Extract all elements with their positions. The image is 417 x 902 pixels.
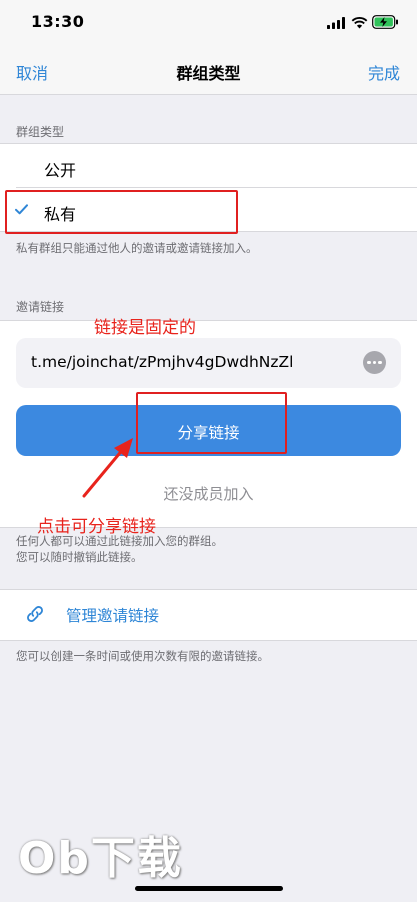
done-button[interactable]: 完成 [368,60,400,84]
group-type-header: 群组类型 [16,125,65,139]
annotation-fixed-link: 链接是固定的 [94,318,196,338]
no-members-text: 还没成员加入 [163,485,254,503]
invite-link-header: 邀请链接 [16,300,65,314]
page-title: 群组类型 [176,64,241,83]
invite-footnote-1: 任何人都可以通过此链接加入您的群组。 [16,534,223,548]
row-divider [16,187,417,188]
option-public[interactable]: 公开 [44,157,76,181]
wifi-icon [351,16,368,29]
cellular-signal-icon [327,17,345,29]
manage-links-row[interactable] [0,589,417,641]
link-icon [27,606,43,622]
manage-footnote: 您可以创建一条时间或使用次数有限的邀请链接。 [16,649,269,663]
home-indicator [135,886,283,891]
invite-link-text[interactable]: t.me/joinchat/zPmjhv4gDwdhNzZl [31,353,293,371]
watermark: Ob下载 [18,833,183,884]
status-time: 13:30 [31,12,85,31]
invite-footnote-2: 您可以随时撤销此链接。 [16,550,143,564]
manage-invite-links-label[interactable]: 管理邀请链接 [66,604,159,626]
highlight-private-box [5,190,238,234]
battery-charging-icon [372,15,398,29]
private-footnote: 私有群组只能通过他人的邀请或邀请链接加入。 [16,241,258,255]
highlight-share-box [136,392,287,454]
more-options-icon[interactable] [363,351,386,374]
